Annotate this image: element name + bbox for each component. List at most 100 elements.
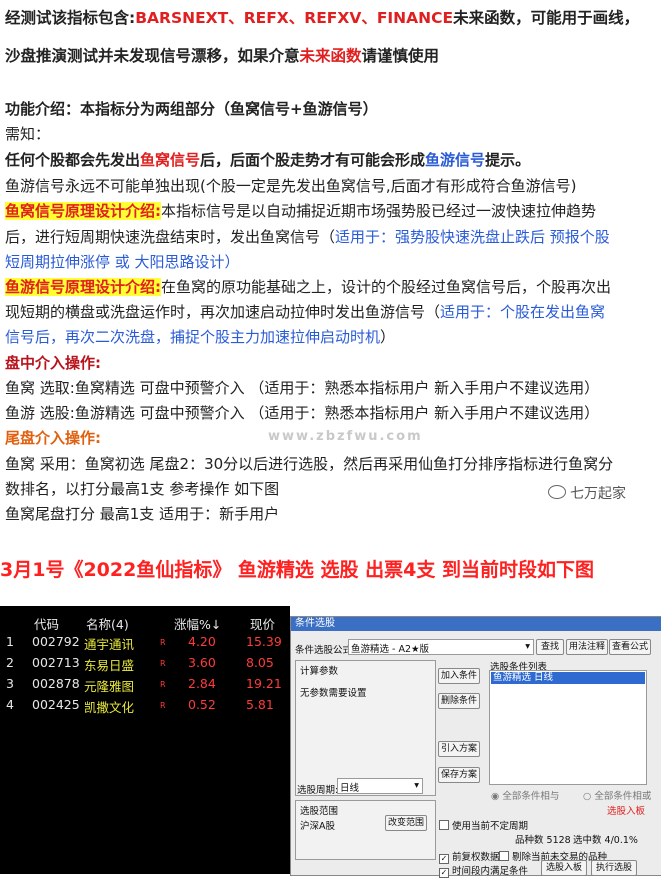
stock-change: 2.84: [188, 676, 216, 691]
radio-and-label: 全部条件相与: [502, 791, 560, 802]
stock-price: 8.05: [246, 655, 274, 670]
order-text-e: 提示。: [485, 151, 531, 169]
range-group: 选股范围 沪深A股 改变范围: [295, 800, 436, 860]
screenshot-title: 3月1号《2022鱼仙指标》 鱼游精选 选股 出票4支 到当前时段如下图: [0, 559, 595, 581]
intraday-yuyou: 鱼游 选股:鱼游精选 可盘中预警介入 （适用于：熟悉本指标用户 新入手用户不建议…: [5, 404, 600, 422]
chevron-down-icon: ▾: [414, 780, 419, 791]
stock-change: 0.52: [188, 697, 216, 712]
add-condition-button[interactable]: 加入条件: [438, 668, 480, 684]
order-text-c: 后，后面个股走势才有可能会形成: [200, 151, 426, 169]
count-value: 5128: [546, 835, 571, 846]
params-label: 计算参数: [300, 666, 339, 677]
stock-name: 通宇通讯: [84, 637, 135, 652]
close-paren: ）: [380, 328, 396, 346]
time-checkbox[interactable]: ✓ 时间段内满足条件: [439, 863, 528, 878]
radio-or[interactable]: ○ 全部条件相或: [583, 788, 651, 802]
warning-line-2: 沙盘推演测试并未发现信号漂移，如果介意未来函数请谨慎使用: [5, 44, 439, 66]
close-method-3: 鱼窝尾盘打分 最高1支 适用于：新手用户: [5, 505, 280, 523]
radio-and[interactable]: ◉ 全部条件相与: [491, 788, 559, 802]
count-readout: 品种数 5128: [515, 832, 571, 846]
dialog-title: 条件选股: [291, 617, 661, 631]
r-flag: R: [160, 701, 166, 710]
stock-price: 15.39: [246, 634, 282, 649]
stock-name: 东易日盛: [84, 658, 135, 673]
no-params-text: 无参数需要设置: [300, 688, 367, 699]
formula-value: 鱼游精选 - A2★版: [351, 644, 430, 655]
condition-select-dialog: 条件选股 条件选股公式 鱼游精选 - A2★版 ▾ 查找 用法注释 查看公式 计…: [290, 616, 661, 878]
condition-list-item[interactable]: 鱼游精选 日线: [491, 672, 645, 684]
yuyou-applicable-2: 信号后，再次二次洗盘，捕捉个股主力加速拉伸启动时机: [5, 328, 381, 346]
formula-select[interactable]: 鱼游精选 - A2★版 ▾: [348, 639, 534, 655]
stock-change: 4.20: [188, 634, 216, 649]
import-plan-button[interactable]: 引入方案: [438, 741, 480, 757]
warning-text-2-end: 请谨慎使用: [361, 47, 440, 65]
params-group: 计算参数 无参数需要设置: [295, 660, 436, 796]
row-index: 1: [6, 634, 14, 649]
save-plan-button[interactable]: 保存方案: [438, 767, 480, 783]
warning-text-end: 未来函数，可能用于画线，: [453, 9, 640, 27]
close-method-1: 鱼窝 采用：鱼窝初选 尾盘2：30分以后进行选股，然后再采用仙鱼打分排序指标进行…: [5, 455, 614, 473]
yuwo-principle-label: 鱼窝信号原理设计介绍:: [5, 202, 161, 220]
range-label: 选股范围: [300, 806, 339, 817]
change-range-button[interactable]: 改变范围: [385, 815, 427, 831]
yuyou-principle-text-2: 现短期的横盘或洗盘运作时，再次加速启动拉伸时发出鱼游信号（: [5, 303, 441, 321]
yuwo-principle-text-2: 后，进行短周期快速洗盘结束时，发出鱼窝信号（: [5, 228, 336, 246]
r-flag: R: [160, 659, 166, 668]
yuyou-signal-term: 鱼游信号: [425, 151, 486, 169]
view-formula-button[interactable]: 查看公式: [609, 639, 651, 655]
usage-button[interactable]: 用法注释: [566, 639, 608, 655]
intraday-yuwo: 鱼窝 选取:鱼窝精选 可盘中预警介入 （适用于：熟悉本指标用户 新入手用户不建议…: [5, 379, 600, 397]
yuyou-principle-label: 鱼游信号原理设计介绍:: [5, 278, 161, 296]
period-select[interactable]: 日线 ▾: [337, 778, 423, 794]
yuyou-note: 鱼游信号永远不可能单独出现(个股一定是先发出鱼窝信号,后面才有形成符合鱼游信号): [5, 177, 577, 195]
yuwo-principle-line-3: 短周期拉伸涨停 或 大阳思路设计）: [5, 253, 240, 271]
col-name[interactable]: 名称(4): [86, 614, 129, 633]
col-code[interactable]: 代码: [34, 614, 59, 633]
yuwo-principle-line: 鱼窝信号原理设计介绍:本指标信号是以自动捕捉近期市场强势股已经过一波快速拉伸趋势: [5, 200, 596, 221]
select-to-board-link[interactable]: 选股入板: [607, 803, 645, 817]
table-row[interactable]: 1 002792 通宇通讯 R 4.20 15.39: [0, 634, 290, 654]
check-icon: ✓: [439, 868, 449, 878]
delete-condition-button[interactable]: 删除条件: [438, 693, 480, 709]
order-text-a: 任何个股都会先发出: [5, 151, 141, 169]
radio-or-label: 全部条件相或: [594, 791, 652, 802]
chevron-down-icon: ▾: [525, 641, 530, 652]
warning-text: 经测试该指标包含:: [5, 9, 136, 27]
condition-list[interactable]: 鱼游精选 日线: [489, 670, 647, 785]
table-row[interactable]: 2 002713 东易日盛 R 3.60 8.05: [0, 655, 290, 675]
stock-name: 凯撒文化: [84, 700, 135, 715]
yuyou-principle-line: 鱼游信号原理设计介绍:在鱼窝的原功能基础之上，设计的个股经过鱼窝信号后，个股再次…: [5, 276, 611, 297]
count-label: 品种数: [515, 835, 544, 846]
yuwo-applicable: 适用于：强势股快速洗盘止跌后 预报个股: [335, 228, 610, 246]
yuyou-principle-text: 在鱼窝的原功能基础之上，设计的个股经过鱼窝信号后，个股再次出: [161, 278, 612, 296]
weight-checkbox[interactable]: ✓ 前复权数据: [439, 849, 500, 864]
stock-code: 002878: [32, 676, 80, 691]
stock-code: 002425: [32, 697, 80, 712]
stock-list-header: 代码 名称(4) 涨幅%↓ 现价: [0, 614, 290, 633]
period-value: 日线: [340, 783, 360, 794]
period-label: 选股周期:: [297, 785, 339, 796]
intraday-heading: 盘中介入操作:: [5, 354, 101, 372]
yuwo-principle-text: 本指标信号是以自动捕捉近期市场强势股已经过一波快速拉伸趋势: [161, 202, 597, 220]
warning-text-2: 沙盘推演测试并未发现信号漂移，如果介意: [5, 47, 300, 65]
function-list: BARSNEXT、REFX、REFXV、FINANCE: [135, 9, 454, 27]
wechat-tag: 七万起家: [548, 483, 626, 503]
selected-label: 选中数: [573, 835, 602, 846]
stock-list-panel: 代码 名称(4) 涨幅%↓ 现价 1 002792 通宇通讯 R 4.20 15.39 2 0…: [0, 606, 290, 874]
stock-change: 3.60: [188, 655, 216, 670]
time-label: 时间段内满足条件: [452, 866, 529, 877]
table-row[interactable]: 3 002878 元隆雅图 R 2.84 19.21: [0, 676, 290, 696]
col-change[interactable]: 涨幅%↓: [174, 614, 221, 633]
watermark: www.zbzfwu.com: [268, 429, 423, 444]
use-period-checkbox[interactable]: 使用当前不定周期: [439, 818, 528, 832]
yuwo-signal-term: 鱼窝信号: [140, 151, 201, 169]
stock-code: 002713: [32, 655, 80, 670]
table-row[interactable]: 4 002425 凯撒文化 R 0.52 5.81: [0, 697, 290, 717]
feature-intro: 功能介绍：本指标分为两组部分（鱼窝信号+鱼游信号）: [5, 100, 378, 118]
col-price[interactable]: 现价: [250, 614, 275, 633]
yuyou-principle-line-3: 信号后，再次二次洗盘，捕捉个股主力加速拉伸启动时机）: [5, 326, 395, 347]
stock-code: 002792: [32, 634, 80, 649]
row-index: 4: [6, 697, 14, 712]
find-button[interactable]: 查找: [536, 639, 564, 655]
weight-label: 前复权数据: [452, 852, 500, 863]
